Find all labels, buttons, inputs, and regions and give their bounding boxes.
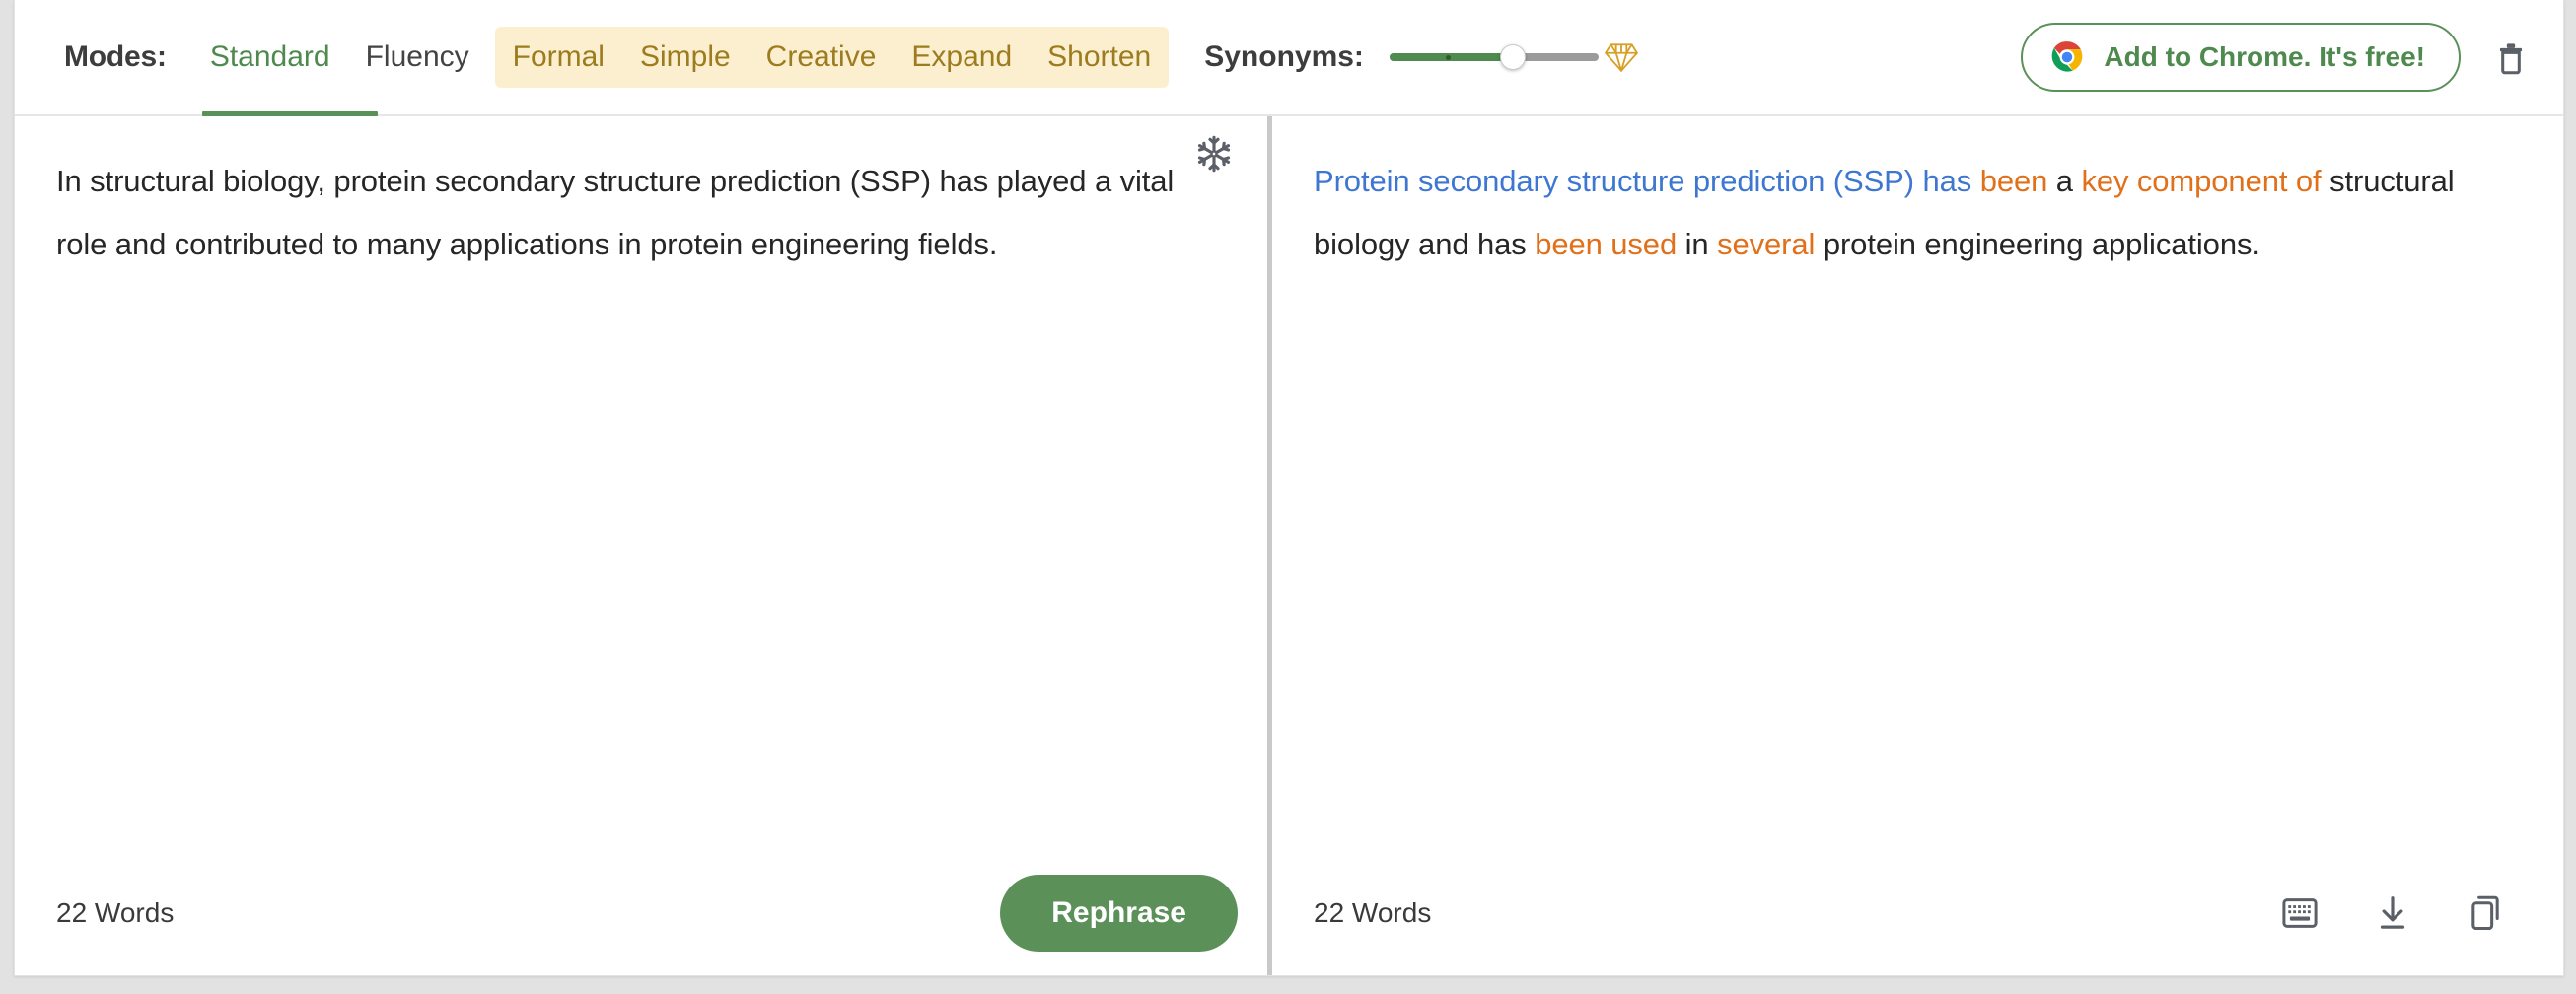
mode-tab-shorten[interactable]: Shorten (1030, 27, 1169, 88)
snowflake-icon[interactable] (1194, 134, 1234, 174)
input-panel: In structural biology, protein secondary… (15, 116, 1267, 975)
download-icon (2380, 896, 2405, 929)
delete-button[interactable] (2488, 35, 2534, 80)
keyboard-button[interactable] (2279, 892, 2321, 934)
input-word-count: 22 Words (56, 897, 175, 928)
mode-tab-fluency[interactable]: Fluency (348, 0, 487, 115)
download-button[interactable] (2372, 892, 2413, 934)
synonyms-label: Synonyms: (1204, 40, 1364, 73)
output-segment[interactable]: several (1717, 227, 1824, 261)
panels-container: In structural biology, protein secondary… (15, 116, 2563, 975)
input-panel-footer: 22 Words Rephrase (15, 851, 1267, 975)
output-text[interactable]: Protein secondary structure prediction (… (1314, 150, 2518, 276)
add-to-chrome-label: Add to Chrome. It's free! (2104, 41, 2425, 72)
output-segment: in (1684, 227, 1718, 261)
add-to-chrome-button[interactable]: Add to Chrome. It's free! (2021, 23, 2461, 92)
copy-icon (2471, 895, 2499, 931)
output-segment[interactable]: key component of (2081, 164, 2329, 198)
output-word-count: 22 Words (1314, 897, 1432, 928)
mode-list: Standard Fluency Formal Simple Creative … (192, 0, 1170, 115)
mode-tab-simple[interactable]: Simple (622, 27, 749, 88)
output-panel-footer: 22 Words (1272, 851, 2563, 975)
input-text[interactable]: In structural biology, protein secondary… (56, 150, 1222, 276)
premium-modes-group: Formal Simple Creative Expand Shorten (494, 27, 1170, 88)
rephrase-button[interactable]: Rephrase (1000, 875, 1238, 952)
mode-tab-formal[interactable]: Formal (495, 27, 622, 88)
mode-tab-creative[interactable]: Creative (749, 27, 894, 88)
output-segment: protein engineering applications. (1823, 227, 2260, 261)
paraphraser-card: Modes: Standard Fluency Formal Simple Cr… (14, 0, 2564, 976)
output-segment[interactable]: Protein secondary structure prediction (… (1314, 164, 1980, 198)
modes-label: Modes: (64, 40, 167, 73)
trash-icon (2499, 43, 2523, 75)
synonyms-slider[interactable] (1389, 37, 1638, 77)
mode-tab-standard[interactable]: Standard (192, 0, 348, 115)
output-panel: Protein secondary structure prediction (… (1272, 116, 2563, 975)
output-segment: a (2055, 164, 2082, 198)
synonyms-control: Synonyms: (1204, 37, 1638, 77)
diamond-icon (1605, 43, 1638, 72)
toolbar: Modes: Standard Fluency Formal Simple Cr… (15, 0, 2563, 116)
output-actions (2279, 892, 2534, 934)
output-segment[interactable]: been used (1535, 227, 1684, 261)
toolbar-right-group: Add to Chrome. It's free! (2021, 23, 2534, 92)
keyboard-icon (2282, 898, 2318, 928)
chrome-logo-icon (2052, 41, 2083, 72)
input-panel-body[interactable]: In structural biology, protein secondary… (15, 116, 1267, 851)
mode-tab-expand[interactable]: Expand (894, 27, 1030, 88)
slider-thumb[interactable] (1500, 44, 1527, 70)
output-segment[interactable]: been (1980, 164, 2056, 198)
output-panel-body[interactable]: Protein secondary structure prediction (… (1272, 116, 2563, 851)
copy-button[interactable] (2465, 892, 2506, 934)
